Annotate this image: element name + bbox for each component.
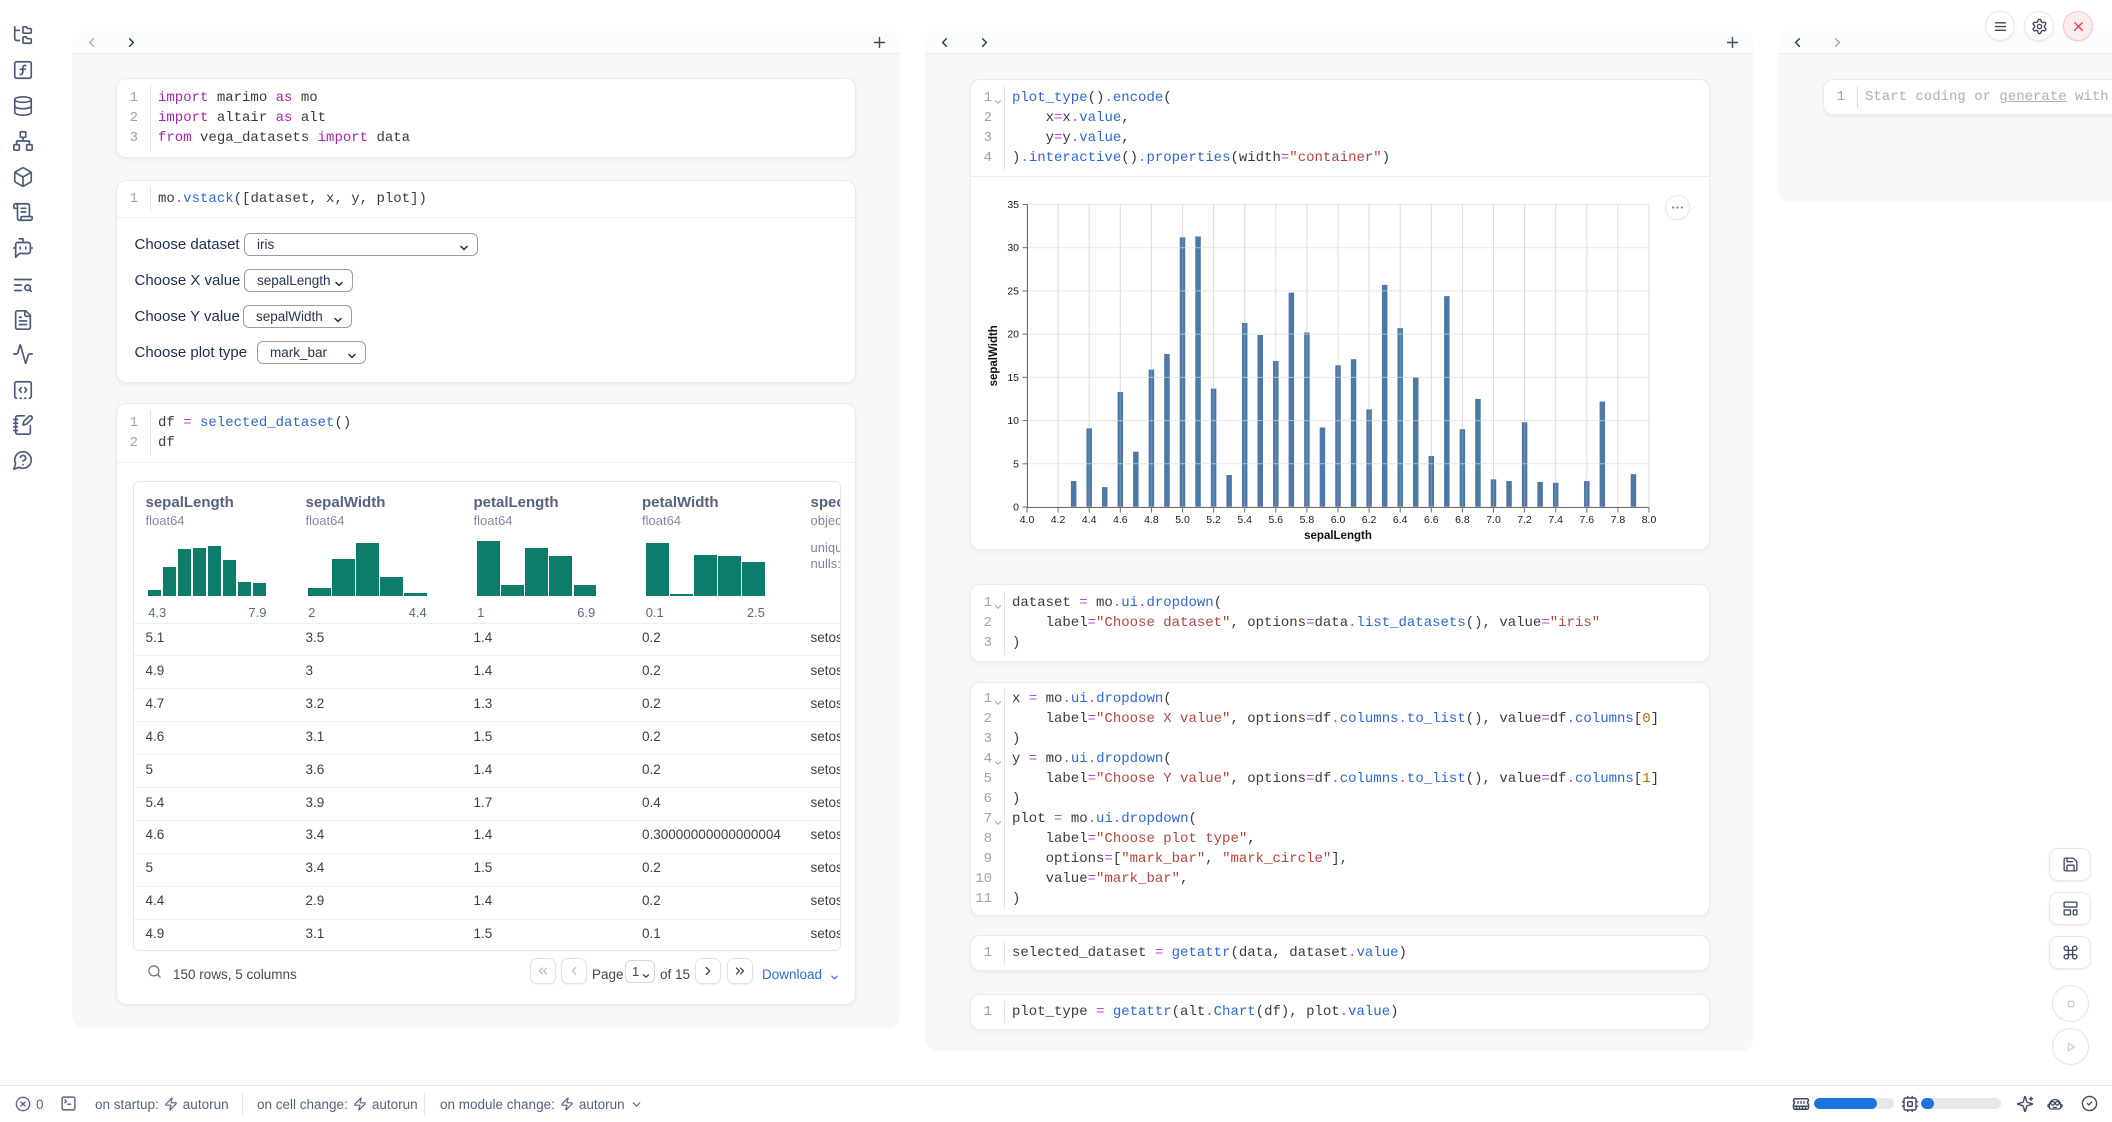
svg-text:30: 30 [1007,242,1019,254]
svg-text:5.6: 5.6 [1268,514,1283,526]
svg-text:20: 20 [1007,329,1019,341]
svg-text:6.0: 6.0 [1331,514,1346,526]
svg-text:7.2: 7.2 [1517,514,1532,526]
svg-text:15: 15 [1007,372,1019,384]
svg-text:4.4: 4.4 [1082,514,1097,526]
svg-text:5.2: 5.2 [1206,514,1221,526]
svg-text:0: 0 [1013,502,1019,514]
svg-text:7.0: 7.0 [1486,514,1501,526]
svg-text:10: 10 [1007,415,1019,427]
svg-text:35: 35 [1007,199,1019,211]
svg-text:sepalLength: sepalLength [1304,530,1372,542]
svg-text:6.2: 6.2 [1362,514,1377,526]
svg-text:7.6: 7.6 [1579,514,1594,526]
svg-text:6.4: 6.4 [1393,514,1408,526]
svg-text:5.8: 5.8 [1300,514,1315,526]
svg-text:4.0: 4.0 [1020,514,1035,526]
svg-text:7.4: 7.4 [1548,514,1563,526]
svg-text:6.8: 6.8 [1455,514,1470,526]
svg-text:6.6: 6.6 [1424,514,1439,526]
svg-text:4.2: 4.2 [1051,514,1066,526]
svg-text:5.0: 5.0 [1175,514,1190,526]
svg-text:5: 5 [1013,458,1019,470]
svg-text:8.0: 8.0 [1642,514,1657,526]
svg-text:25: 25 [1007,285,1019,297]
svg-text:4.6: 4.6 [1113,514,1128,526]
svg-text:sepalWidth: sepalWidth [988,325,1000,386]
svg-text:5.4: 5.4 [1237,514,1252,526]
svg-text:7.8: 7.8 [1611,514,1626,526]
svg-text:4.8: 4.8 [1144,514,1159,526]
